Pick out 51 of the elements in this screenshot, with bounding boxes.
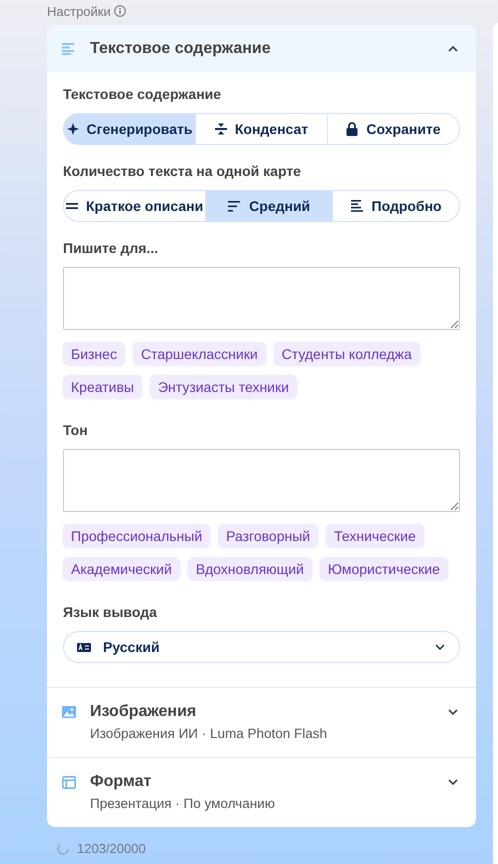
spinner-icon <box>57 842 69 854</box>
short-lines-icon <box>228 200 242 212</box>
suggestion-chip[interactable]: Профессиональный <box>63 524 210 547</box>
suggestion-chip[interactable]: Академический <box>63 557 180 580</box>
segment-option[interactable]: Сгенерировать <box>64 114 195 144</box>
input-field[interactable] <box>63 267 460 330</box>
suggestion-chip[interactable]: Вдохновляющий <box>188 557 312 580</box>
chevron-down-icon <box>448 709 458 715</box>
segment-option[interactable]: Подробно <box>332 191 459 221</box>
segment-option[interactable]: Средний <box>205 191 332 221</box>
section-title: Текстовое содержание <box>90 40 272 58</box>
suggestion-chip[interactable]: Технические <box>326 524 424 547</box>
image-icon <box>62 706 76 718</box>
chevron-up-icon <box>448 46 458 52</box>
language-dropdown[interactable]: Русский <box>63 631 460 663</box>
suggestion-chip[interactable]: Старшеклассники <box>132 342 266 365</box>
section-header[interactable]: Текстовое содержание <box>47 25 476 72</box>
suggestion-chip[interactable]: Юмористические <box>320 557 448 580</box>
field-label: Количество текста на одной карте <box>63 163 302 179</box>
suggestion-chip[interactable]: Студенты колледжа <box>274 342 420 365</box>
compress-icon <box>214 122 227 136</box>
chevron-down-icon <box>435 644 445 650</box>
section-subtitle: Презентация · По умолчанию <box>90 796 276 811</box>
field-label: Тон <box>63 422 89 438</box>
input-field[interactable] <box>63 449 460 512</box>
language-icon <box>77 642 91 652</box>
long-lines-icon <box>350 200 364 212</box>
chevron-down-icon <box>448 779 458 785</box>
section-subtitle: Изображения ИИ · Luma Photon Flash <box>90 726 328 741</box>
layout-icon <box>62 776 76 789</box>
field-label: Язык вывода <box>63 604 158 620</box>
section-header[interactable]: Изображения Изображения ИИ · Luma Photon Flash <box>47 687 476 757</box>
text-lines-icon <box>62 42 76 54</box>
suggestion-chip[interactable]: Креативы <box>63 375 142 398</box>
character-count: 1203/20000 <box>77 841 146 856</box>
lock-icon <box>346 122 358 136</box>
suggestion-chip[interactable]: Разговорный <box>218 524 318 547</box>
info-icon <box>114 5 126 17</box>
equals-icon <box>66 202 78 210</box>
field-label: Текстовое содержание <box>63 86 222 102</box>
segment-option[interactable]: Сохраните <box>327 114 459 144</box>
field-label: Пишите для... <box>63 240 160 256</box>
dropdown-value: Русский <box>103 639 161 655</box>
section-title: Формат <box>90 773 152 791</box>
section-header[interactable]: Формат Презентация · По умолчанию <box>47 757 476 827</box>
settings-label: Настройки <box>47 4 111 18</box>
segment-option[interactable]: Краткое описани <box>64 191 206 221</box>
suggestion-chip[interactable]: Энтузиасты техники <box>150 375 297 398</box>
sparkle-icon <box>66 123 79 135</box>
section-title: Изображения <box>90 703 198 721</box>
suggestion-chip[interactable]: Бизнес <box>63 342 125 365</box>
